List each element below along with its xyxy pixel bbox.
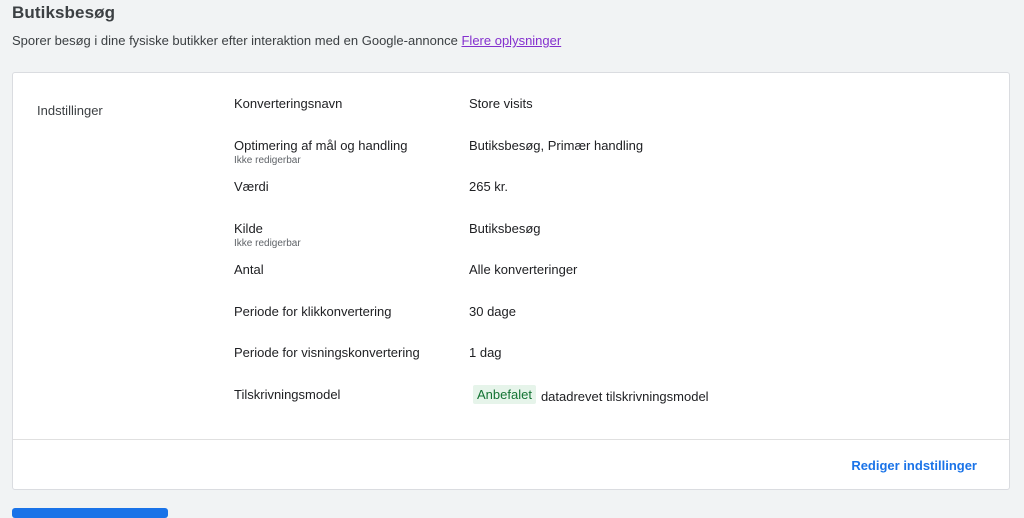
setting-label: Optimering af mål og handling xyxy=(234,137,408,153)
page-subtitle: Sporer besøg i dine fysiske butikker eft… xyxy=(12,33,561,48)
setting-row-goal-optimization: Optimering af mål og handling Ikke redig… xyxy=(234,138,994,180)
setting-row-value: Værdi 265 kr. xyxy=(234,179,994,221)
card-divider xyxy=(13,439,1009,440)
edit-settings-button[interactable]: Rediger indstillinger xyxy=(851,458,977,473)
setting-label: Konverteringsnavn xyxy=(234,96,343,111)
setting-label: Tilskrivningsmodel xyxy=(234,386,341,402)
setting-label: Værdi xyxy=(234,179,269,194)
setting-row-click-window: Periode for klikkonvertering 30 dage xyxy=(234,304,994,346)
setting-sublabel: Ikke redigerbar xyxy=(234,237,301,249)
bottom-action-button[interactable] xyxy=(12,508,168,518)
setting-value: 30 dage xyxy=(469,303,516,319)
setting-value: Butiksbesøg xyxy=(469,220,541,236)
setting-value: 1 dag xyxy=(469,345,502,360)
setting-label: Periode for visningskonvertering xyxy=(234,345,420,360)
section-label: Indstillinger xyxy=(37,103,103,118)
settings-card: Indstillinger Konverteringsnavn Store vi… xyxy=(12,72,1010,490)
setting-row-count: Antal Alle konverteringer xyxy=(234,262,994,304)
setting-label: Periode for klikkonvertering xyxy=(234,303,392,319)
setting-label: Antal xyxy=(234,262,264,277)
page-title: Butiksbesøg xyxy=(12,3,116,22)
settings-list: Konverteringsnavn Store visits Optimerin… xyxy=(234,96,994,428)
recommended-badge: Anbefalet xyxy=(473,384,536,404)
setting-row-conversion-name: Konverteringsnavn Store visits xyxy=(234,96,994,138)
setting-value: Store visits xyxy=(469,96,533,111)
setting-value: 265 kr. xyxy=(469,179,509,194)
setting-label: Kilde xyxy=(234,220,263,236)
setting-row-view-window: Periode for visningskonvertering 1 dag xyxy=(234,345,994,387)
setting-row-source: Kilde Ikke redigerbar Butiksbesøg xyxy=(234,221,994,263)
setting-value-attribution: Anbefalet datadrevet tilskrivningsmodel xyxy=(469,384,709,406)
setting-value: Butiksbesøg, Primær handling xyxy=(469,137,644,153)
setting-row-attribution-model: Tilskrivningsmodel Anbefalet datadrevet t… xyxy=(234,384,994,429)
more-info-link[interactable]: Flere oplysninger xyxy=(461,33,561,48)
setting-value: Alle konverteringer xyxy=(469,262,578,277)
attribution-model-text: datadrevet tilskrivningsmodel xyxy=(540,388,709,404)
setting-sublabel: Ikke redigerbar xyxy=(234,154,301,166)
subtitle-text: Sporer besøg i dine fysiske butikker eft… xyxy=(12,33,458,48)
